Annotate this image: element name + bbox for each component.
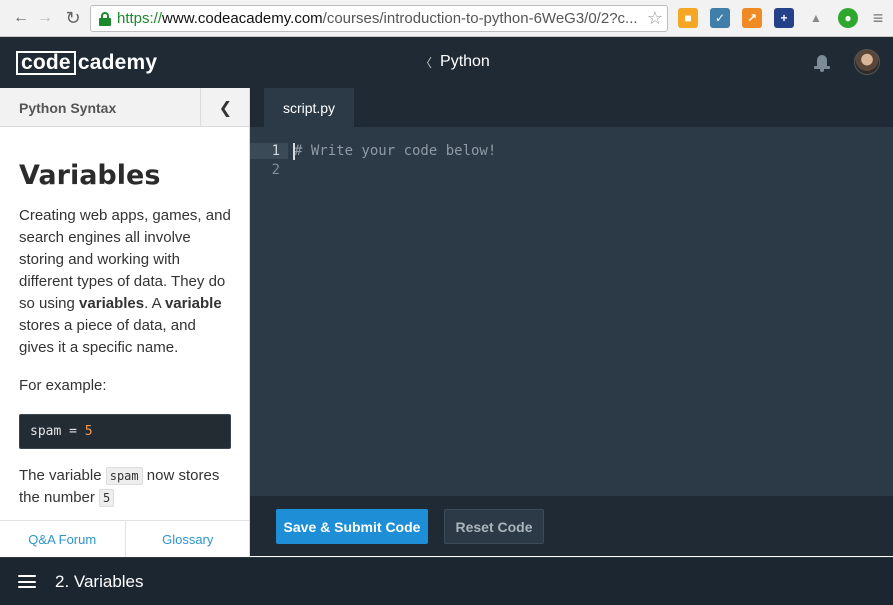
course-title: Python (440, 53, 490, 70)
bookmark-star-icon[interactable]: ☆ (647, 8, 663, 29)
editor-tab-bar: script.py (250, 88, 893, 127)
extension-check-icon[interactable]: ✓ (710, 8, 730, 28)
extension-uk-flag-icon[interactable]: + (774, 8, 794, 28)
intro-paragraph: Creating web apps, games, and search eng… (19, 207, 231, 356)
browser-toolbar: ← → ↻ https://www.codeacademy.com/course… (0, 0, 893, 37)
editor-line[interactable]: 2 (250, 160, 893, 179)
extension-green-circle-icon[interactable]: ● (838, 8, 858, 28)
chevron-left-icon: 〈 (420, 55, 433, 70)
url-scheme: https:// (117, 10, 163, 27)
logo-code: code (16, 51, 76, 75)
lock-icon (99, 11, 111, 26)
editor-action-bar: Save & Submit Code Reset Code (250, 496, 893, 556)
codecademy-logo[interactable]: code cademy (16, 50, 157, 76)
code-example: spam = 5 (19, 414, 231, 449)
section-title: Python Syntax (19, 100, 117, 116)
instructions-footer: Q&A Forum Glossary (0, 520, 250, 557)
glossary-link[interactable]: Glossary (124, 521, 250, 557)
lesson-heading: Variables (19, 160, 161, 191)
notifications-bell-icon[interactable] (814, 54, 830, 72)
instructions-panel: Python Syntax ❮ Variables Creating web a… (0, 88, 250, 557)
save-submit-button[interactable]: Save & Submit Code (276, 509, 428, 544)
explanation-paragraph: The variable spam now stores the number … (19, 467, 220, 507)
example-label: For example: (19, 377, 107, 394)
app-header: code cademy 〈 Python (0, 37, 893, 88)
extension-gift-icon[interactable]: ■ (678, 8, 698, 28)
current-lesson-label[interactable]: 2. Variables (55, 572, 144, 592)
address-bar[interactable]: https://www.codeacademy.com/courses/intr… (90, 5, 668, 32)
extension-boat-icon[interactable]: ▲ (806, 8, 826, 28)
reload-icon[interactable]: ↻ (63, 8, 83, 28)
url-domain: www.codeacademy.com (162, 10, 323, 27)
instructions-content: Variables Creating web apps, games, and … (19, 160, 234, 509)
reset-code-button[interactable]: Reset Code (444, 509, 544, 544)
back-icon[interactable]: ← (11, 8, 31, 28)
editor-line[interactable]: 1 # Write your code below! (250, 141, 893, 160)
collapse-panel-button[interactable]: ❮ (200, 88, 249, 127)
chevron-left-icon: ❮ (218, 99, 233, 117)
qa-forum-link[interactable]: Q&A Forum (0, 521, 125, 557)
forward-icon[interactable]: → (35, 8, 55, 28)
instructions-header: Python Syntax ❮ (0, 88, 249, 127)
url-path: /courses/introduction-to-python-6WeG3/0/… (322, 10, 638, 27)
code-editor[interactable]: 1 # Write your code below! 2 (250, 127, 893, 496)
avatar[interactable] (854, 49, 880, 75)
code-text[interactable]: # Write your code below! (288, 142, 496, 160)
tab-script-py[interactable]: script.py (264, 88, 354, 127)
menu-icon[interactable] (18, 575, 36, 588)
line-number: 2 (271, 161, 280, 178)
chrome-menu-icon[interactable]: ≡ (868, 8, 888, 28)
lesson-nav-bar: 2. Variables (0, 557, 893, 605)
logo-academy: cademy (77, 51, 158, 74)
text-cursor (293, 142, 295, 160)
line-number: 1 (250, 142, 288, 159)
course-title-link[interactable]: 〈 Python (420, 53, 490, 71)
extension-chart-icon[interactable]: ↗ (742, 8, 762, 28)
